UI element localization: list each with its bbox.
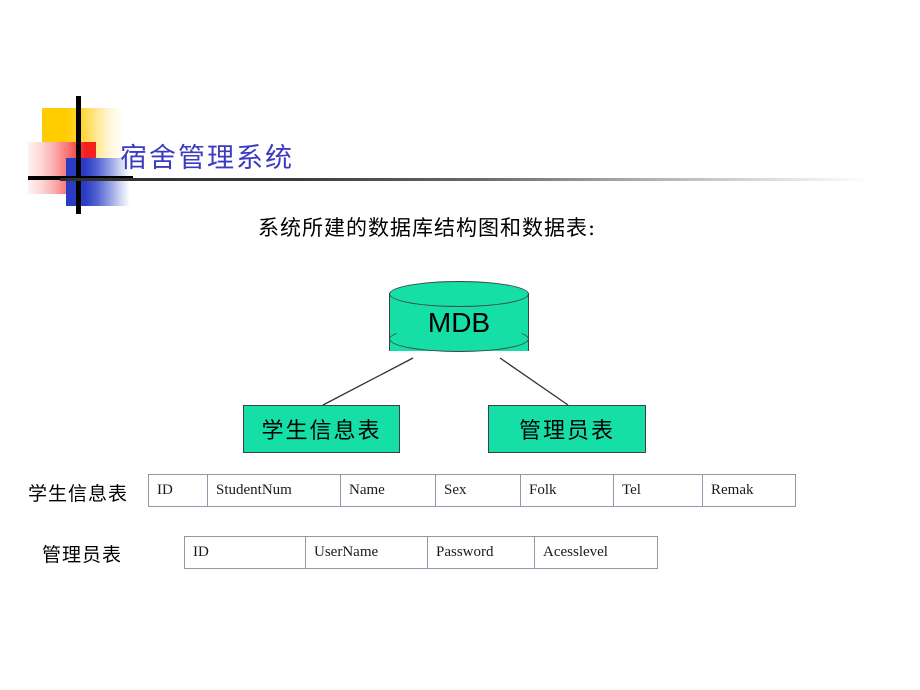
table-row: ID StudentNum Name Sex Folk Tel Remak xyxy=(148,474,796,507)
table-row: ID UserName Password Acesslevel xyxy=(184,536,658,569)
table-cell: Sex xyxy=(435,474,521,507)
slide: 宿舍管理系统 系统所建的数据库结构图和数据表: MDB 学生信息表 管理员表 学… xyxy=(0,0,920,690)
student-schema-table: ID StudentNum Name Sex Folk Tel Remak xyxy=(148,474,796,507)
table-cell: Tel xyxy=(613,474,703,507)
table-cell: Password xyxy=(427,536,535,569)
table-cell: ID xyxy=(148,474,208,507)
table-cell: Name xyxy=(340,474,436,507)
table-cell: Remak xyxy=(702,474,796,507)
diagram-node-admin-table: 管理员表 xyxy=(488,405,646,453)
table-cell: UserName xyxy=(305,536,428,569)
database-label: MDB xyxy=(427,307,491,338)
student-table-row-label: 学生信息表 xyxy=(28,483,129,505)
cylinder-top-ellipse xyxy=(389,281,529,307)
diagram-node-student-table: 学生信息表 xyxy=(243,405,400,453)
table-cell: ID xyxy=(184,536,306,569)
database-cylinder: MDB xyxy=(389,281,529,364)
admin-schema-table: ID UserName Password Acesslevel xyxy=(184,536,658,569)
admin-table-row-label: 管理员表 xyxy=(42,544,123,566)
table-cell: StudentNum xyxy=(207,474,341,507)
table-cell: Folk xyxy=(520,474,614,507)
table-cell: Acesslevel xyxy=(534,536,658,569)
